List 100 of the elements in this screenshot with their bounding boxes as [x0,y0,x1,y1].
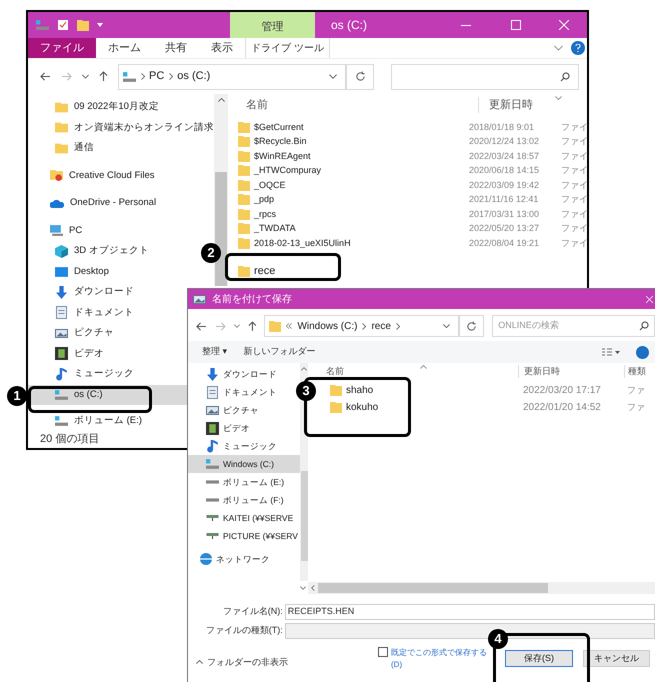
nav-item[interactable]: 通信 [28,138,98,158]
nav-item[interactable]: ピクチャ [28,323,118,344]
nav-item[interactable]: ネットワーク [188,550,300,568]
breadcrumb-separator-icon [396,322,400,330]
nav-item[interactable]: ミュージック [28,364,138,384]
nav-item[interactable]: ビデオ [28,344,108,364]
scrollbar[interactable] [214,94,228,286]
scroll-up-icon[interactable] [301,367,307,371]
address-bar[interactable]: Windows (C:) rece [264,315,459,337]
nav-item[interactable]: KAITEI (¥¥SERVE [188,509,300,527]
file-date: 2022/03/09 19:42 [469,178,540,192]
column-header[interactable]: 更新日時 [518,364,624,378]
toolbar-button[interactable]: 新しいフォルダー [244,345,316,359]
nav-item[interactable]: PICTURE (¥¥SERV [188,527,300,545]
close-icon[interactable] [559,20,569,30]
window-title: os (C:) [330,17,367,34]
refresh-button[interactable] [346,64,374,90]
nav-item[interactable]: 3D オブジェクト [28,241,153,262]
help-icon[interactable] [636,346,649,358]
toolbar-button[interactable]: 整理 ▾ [202,345,228,359]
file-name[interactable]: $GetCurrent [254,120,304,134]
address-bar[interactable]: PC os (C:) [118,64,346,90]
nav-item[interactable]: ボリューム (E:) [188,473,300,491]
file-name[interactable]: _rpcs [254,208,276,221]
ribbon-tab[interactable]: 共有 [153,38,199,58]
chevron-up-icon[interactable] [196,660,203,664]
scroll-left-icon[interactable] [311,585,315,591]
breadcrumb-item[interactable]: Windows (C:) [297,318,358,334]
column-header[interactable]: 名前 [326,364,344,378]
folder-icon [50,169,63,182]
hide-folders-toggle[interactable]: フォルダーの非表示 [207,656,288,669]
checklist-icon[interactable] [57,19,69,31]
back-arrow-icon[interactable] [196,322,207,330]
ribbon-tab[interactable]: ドライブ ツール [245,38,330,58]
file-name[interactable]: 2018-02-13_ueXI5UlinH [254,236,351,250]
drive-icon [206,498,219,502]
chevron-down-icon[interactable] [329,74,337,79]
close-icon[interactable] [646,296,653,302]
chevron-down-icon[interactable] [442,324,450,328]
view-options-icon[interactable] [602,348,620,356]
dropdown-icon[interactable] [97,23,103,27]
nav-item[interactable]: ボリューム (E:) [28,415,146,427]
nav-item[interactable]: PC [28,220,86,241]
search-field[interactable] [391,64,579,90]
ribbon-tab[interactable]: 表示 [199,38,245,58]
column-header[interactable]: 名前 [238,96,478,114]
checkbox-label[interactable]: 既定でこの形式で保存する(D) [391,647,489,671]
breadcrumb-item[interactable]: rece [371,318,391,334]
cancel-button[interactable]: キャンセル [583,650,650,667]
file-name[interactable]: shaho [346,383,374,398]
chevron-down-icon[interactable] [82,74,89,79]
nav-item[interactable]: 09 2022年10月改定 [28,97,163,118]
nav-item[interactable]: ビデオ [188,419,300,437]
nav-item[interactable]: Windows (C:) [188,455,300,473]
horizontal-scrollbar[interactable] [308,582,655,594]
nav-item[interactable]: ピクチャ [188,401,300,419]
folder-icon [238,266,250,277]
nav-item[interactable]: オン資端末からオンライン請求 [28,118,218,138]
scroll-down-icon[interactable] [300,586,306,590]
back-arrow-icon[interactable] [40,72,51,81]
nav-item[interactable]: ダウンロード [28,282,138,302]
save-button[interactable]: 保存(S) [505,650,573,667]
breadcrumb-item[interactable]: os (C:) [177,68,210,85]
nav-item[interactable]: ミュージック [188,437,300,455]
picture-icon [193,294,206,304]
file-name[interactable]: _pdp [254,193,274,206]
folder-icon [269,320,282,332]
ribbon-tab[interactable]: ファイル [28,38,96,58]
nav-item[interactable]: ダウンロード [188,365,300,383]
scroll-up-icon[interactable] [218,98,224,102]
up-arrow-icon[interactable] [99,71,108,82]
file-type: ファイ [561,236,588,250]
up-arrow-icon[interactable] [248,320,256,332]
filename-field[interactable]: RECEIPTS.HEN [284,604,655,620]
file-name[interactable]: _OQCE [254,178,286,192]
nav-item[interactable]: ボリューム (F:) [188,491,300,509]
breadcrumb-item[interactable]: PC [149,68,164,85]
chevron-down-icon[interactable] [234,324,240,328]
file-name[interactable]: $WinREAgent [254,150,311,163]
file-type: ファイ [561,120,588,134]
checkbox[interactable] [378,647,388,657]
monitor-icon [55,266,68,277]
help-icon[interactable] [571,41,585,55]
nav-item[interactable]: ドキュメント [28,302,138,323]
file-name[interactable]: rece [254,263,276,280]
refresh-button[interactable] [458,315,484,337]
overflow-icon[interactable] [286,323,292,329]
column-header[interactable]: 更新日時 [478,96,533,114]
ribbon-tab[interactable]: ホーム [96,38,153,58]
column-header[interactable]: 種類 [624,364,646,378]
file-name[interactable]: _HTWCompuray [254,164,322,178]
file-date: 2018/01/18 9:01 [469,120,536,134]
file-name[interactable]: _TWDATA [254,222,296,236]
nav-item[interactable]: Desktop [28,262,113,282]
nav-item[interactable]: OneDrive - Personal [28,193,160,214]
file-name[interactable]: $Recycle.Bin [254,135,307,148]
nav-item[interactable]: Creative Cloud Files [28,166,159,186]
refresh-icon [354,71,366,82]
music-note-icon [55,368,68,381]
file-name[interactable]: kokuho [346,400,378,415]
